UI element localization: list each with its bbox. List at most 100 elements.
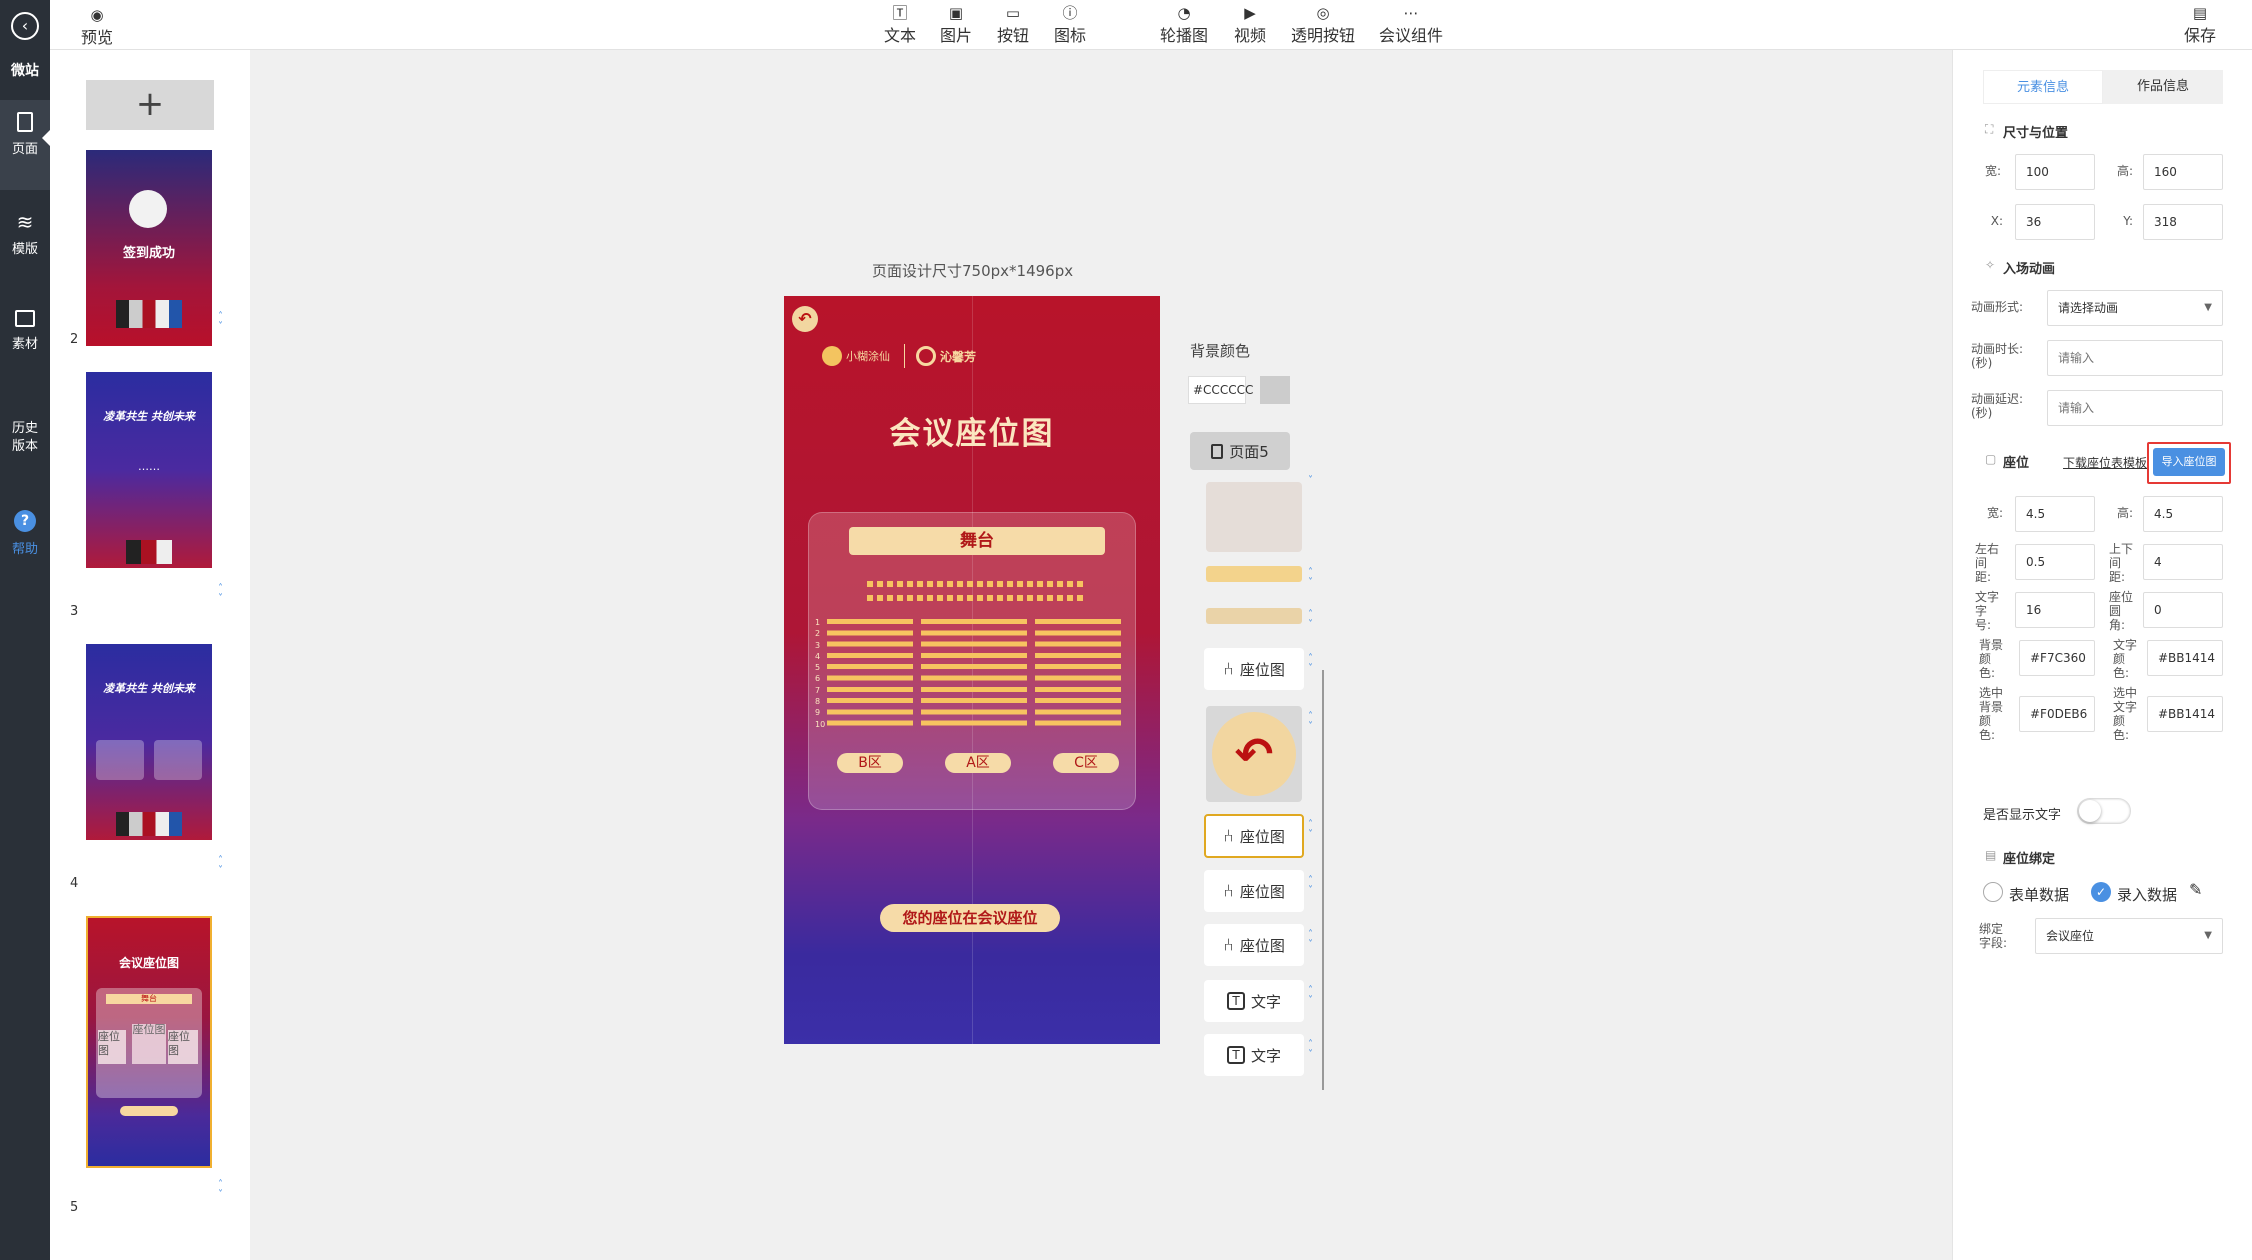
thumb-banner [120, 1106, 178, 1116]
layer-back-button[interactable]: ↶ [1206, 706, 1302, 802]
thumbnail-page-4[interactable]: 凌革共生 共创未来 [86, 644, 212, 840]
tool-image[interactable]: ▣ 图片 [934, 4, 978, 46]
layer-arrows[interactable]: ˄ ˅ [1308, 712, 1313, 732]
phone-page[interactable]: ↶ 小糊涂仙 沁馨芳 会议座位图 舞台 1 2 3 4 5 6 7 8 9 10 B区 A区 C区… [784, 296, 1160, 1044]
thumb-move-arrows[interactable]: ˄ ˅ [218, 312, 223, 332]
nav-item-assets[interactable]: 素材 [0, 310, 50, 370]
selected-bg-color-input[interactable]: #F0DEB6 [2019, 696, 2095, 732]
back-arrow-icon[interactable]: ↶ [792, 306, 818, 332]
x-input[interactable]: 36 [2015, 204, 2095, 240]
layer-seat-map-4[interactable]: ⑃ 座位图 [1204, 924, 1304, 966]
layer-text-1[interactable]: T 文字 [1204, 980, 1304, 1022]
show-text-toggle[interactable] [2077, 798, 2131, 824]
ud-spacing-input[interactable]: 4 [2143, 544, 2223, 580]
image-icon [15, 310, 35, 327]
bg-color-input[interactable]: #CCCCCC [1188, 376, 1253, 404]
tool-button[interactable]: ▭ 按钮 [991, 4, 1035, 46]
seat-text-color-input[interactable]: #BB1414 [2147, 640, 2223, 676]
anim-delay-input[interactable] [2047, 390, 2223, 426]
thumb-move-arrows[interactable]: ˄ ˅ [218, 1180, 223, 1200]
zone-b-label[interactable]: B区 [837, 753, 903, 773]
info-tool-icon: ⓘ [1062, 4, 1078, 22]
layer-arrows[interactable]: ˄ ˅ [1308, 930, 1313, 950]
radio-form-data[interactable] [1983, 882, 2003, 902]
nav-item-help[interactable]: ? 帮助 [0, 510, 50, 570]
tool-carousel[interactable]: ◔ 轮播图 [1152, 4, 1216, 46]
page-layer-button[interactable]: 页面5 [1190, 432, 1290, 470]
seat-height-input[interactable]: 4.5 [2143, 496, 2223, 532]
bg-color-label: 背景颜色: [1979, 638, 2004, 680]
selected-text-color-input[interactable]: #BB1414 [2147, 696, 2223, 732]
text-tool-icon: 🅃 [892, 4, 908, 22]
zone-a-label[interactable]: A区 [945, 753, 1011, 773]
layer-arrows[interactable]: ˄ ˅ [1308, 610, 1313, 630]
row-number: 10 [815, 719, 826, 729]
seat-block-b[interactable] [827, 619, 913, 731]
width-label: 宽: [1984, 164, 2001, 178]
nav-item-history[interactable]: 历史版本 [0, 420, 50, 470]
y-input[interactable]: 318 [2143, 204, 2223, 240]
layer-seat-map-1[interactable]: ⑃ 座位图 [1204, 648, 1304, 690]
layer-arrows[interactable]: ˄ ˅ [1308, 1040, 1313, 1060]
edit-icon[interactable]: ✎ [2189, 880, 2202, 899]
layer-arrows[interactable]: ˄ ˅ [1308, 820, 1313, 840]
tool-label: 会议组件 [1378, 26, 1443, 45]
layer-arrows[interactable]: ˄ ˅ [1308, 986, 1313, 1006]
font-size-input[interactable]: 16 [2015, 592, 2095, 628]
layer-arrows[interactable]: ˄ ˅ [1308, 568, 1313, 588]
layer-seat-map-2-selected[interactable]: ⑃ 座位图 [1204, 814, 1304, 858]
layer-thumb-bg[interactable] [1206, 482, 1302, 552]
thumbnail-page-5[interactable]: 会议座位图 舞台 座位图 座位图 座位图 [86, 916, 212, 1168]
row-number: 5 [815, 663, 821, 673]
thumbnail-page-2[interactable]: 签到成功 [86, 150, 212, 346]
nav-item-page[interactable]: 页面 [0, 100, 50, 190]
preview-button[interactable]: ◉ 预览 [74, 6, 120, 48]
height-input[interactable]: 160 [2143, 154, 2223, 190]
seat-block-a[interactable] [921, 619, 1027, 731]
tool-transparent-button[interactable]: ◎ 透明按钮 [1284, 4, 1362, 46]
thumb-title: 会议座位图 [118, 956, 179, 970]
seat-bg-color-input[interactable]: #F7C360 [2019, 640, 2095, 676]
thumb-move-arrows[interactable]: ˄ ˅ [218, 584, 223, 604]
nav-item-template[interactable]: ≋ 模版 [0, 210, 50, 270]
add-page-button[interactable]: + [86, 80, 214, 130]
layer-arrows[interactable]: ˄ ˅ [1308, 654, 1313, 674]
seat-block-c[interactable] [1035, 619, 1121, 731]
layer-thumb-banner[interactable] [1206, 608, 1302, 624]
tool-video[interactable]: ▶ 视频 [1228, 4, 1272, 46]
tab-work-info[interactable]: 作品信息 [2103, 70, 2223, 104]
bind-field-select[interactable]: 会议座位 ▼ [2035, 918, 2223, 954]
zone-c-label[interactable]: C区 [1053, 753, 1119, 773]
save-button[interactable]: ▤ 保存 [2178, 4, 2222, 46]
layer-text-2[interactable]: T 文字 [1204, 1034, 1304, 1076]
thumbnail-page-3[interactable]: 凌革共生 共创未来 …… [86, 372, 212, 568]
tab-element-info[interactable]: 元素信息 [1983, 70, 2103, 104]
lr-spacing-input[interactable]: 0.5 [2015, 544, 2095, 580]
back-button[interactable]: ‹ [11, 12, 39, 40]
layer-seat-map-3[interactable]: ⑃ 座位图 [1204, 870, 1304, 912]
toggle-knob [2079, 800, 2101, 822]
width-input[interactable]: 100 [2015, 154, 2095, 190]
radio-entry-data-checked[interactable]: ✓ [2091, 882, 2111, 902]
tool-icon[interactable]: ⓘ 图标 [1048, 4, 1092, 46]
thumb-move-arrows[interactable]: ˄ ˅ [218, 856, 223, 876]
tool-label: 按钮 [996, 26, 1029, 45]
row-number: 2 [815, 629, 821, 639]
layer-arrow[interactable]: ˅ [1308, 476, 1313, 486]
seat-width-input[interactable]: 4.5 [2015, 496, 2095, 532]
seat-map-card[interactable]: 舞台 1 2 3 4 5 6 7 8 9 10 B区 A区 C区 [808, 512, 1136, 810]
import-seat-button[interactable]: 导入座位图 [2153, 448, 2225, 476]
anim-duration-input[interactable] [2047, 340, 2223, 376]
layer-thumb-stage[interactable] [1206, 566, 1302, 582]
seat-radius-input[interactable]: 0 [2143, 592, 2223, 628]
anim-form-select[interactable]: 请选择动画 ▼ [2047, 290, 2223, 326]
tool-text[interactable]: 🅃 文本 [878, 4, 922, 46]
seat-banner[interactable]: 您的座位在会议座位 [880, 904, 1060, 932]
tool-meeting-component[interactable]: ⋯ 会议组件 [1372, 4, 1450, 46]
download-template-link[interactable]: 下载座位表模板 [2063, 454, 2151, 471]
layer-arrows[interactable]: ˄ ˅ [1308, 876, 1313, 896]
seat-icon: ⑃ [1223, 880, 1234, 902]
bg-color-swatch[interactable] [1260, 376, 1290, 404]
star-icon: ✧ [1985, 258, 1996, 272]
lr-spacing-label: 左右间距: [1975, 542, 2000, 584]
